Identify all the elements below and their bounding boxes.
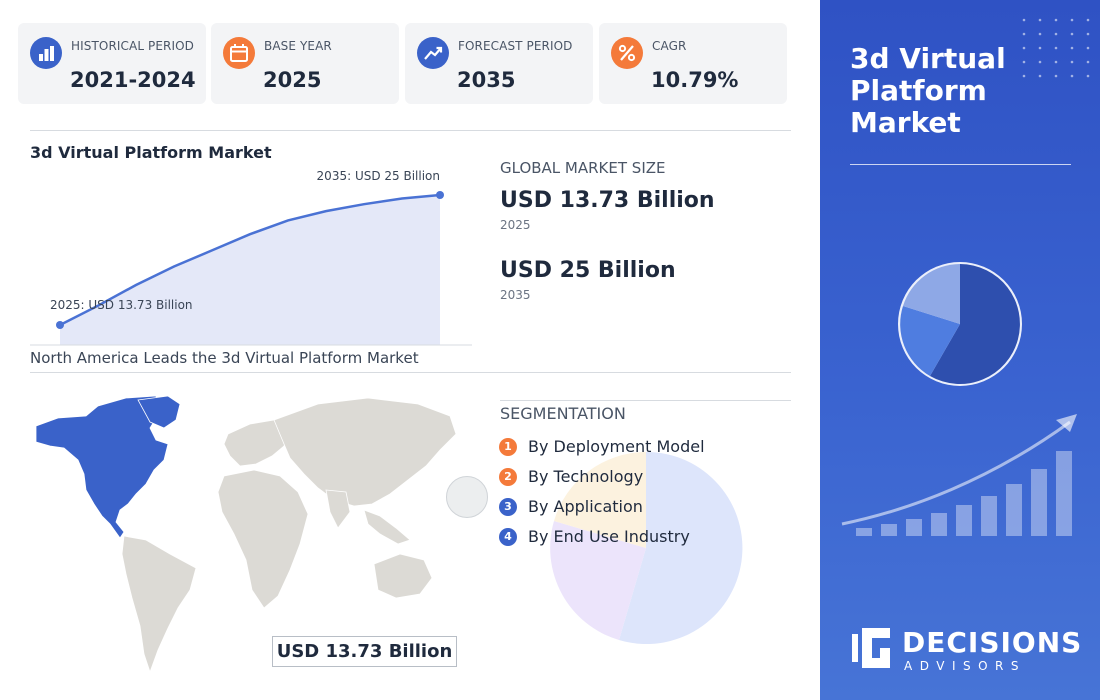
segment-label: By Technology <box>528 467 644 486</box>
segment-number: 3 <box>499 498 517 516</box>
side-panel: 3d Virtual Platform Market DECISIONS ADV… <box>820 0 1100 700</box>
stat-card-base-year: BASE YEAR 2025 <box>211 23 399 104</box>
brand-name: DECISIONS <box>902 626 1083 659</box>
chart-label-end: 2035: USD 25 Billion <box>317 169 440 183</box>
market-size-year-2025: 2025 <box>500 218 531 232</box>
panel-pie-chart <box>898 262 1022 386</box>
stat-card-cagr: CAGR 10.79% <box>599 23 787 104</box>
brand-logo-icon <box>852 628 890 668</box>
calendar-icon <box>223 37 255 69</box>
stat-card-historical-period: HISTORICAL PERIOD 2021-2024 <box>18 23 206 104</box>
stat-value: 2035 <box>457 68 516 92</box>
market-size-year-2035: 2035 <box>500 288 531 302</box>
segment-label: By Deployment Model <box>528 437 705 456</box>
map-zoom-button[interactable] <box>446 476 488 518</box>
chart-label-start: 2025: USD 13.73 Billion <box>50 298 193 312</box>
stat-label: BASE YEAR <box>264 39 332 53</box>
divider <box>30 372 791 373</box>
market-size-label: GLOBAL MARKET SIZE <box>500 159 666 177</box>
stat-card-forecast-period: FORECAST PERIOD 2035 <box>405 23 593 104</box>
segment-number: 1 <box>499 438 517 456</box>
stat-label: CAGR <box>652 39 687 53</box>
segment-number: 2 <box>499 468 517 486</box>
percent-icon <box>611 37 643 69</box>
map-region-south-america <box>121 535 197 674</box>
map-region-australia <box>373 553 433 599</box>
segment-number: 4 <box>499 528 517 546</box>
map-region-africa <box>217 469 309 609</box>
map-region-southeast-asia <box>363 509 411 545</box>
map-title: North America Leads the 3d Virtual Platf… <box>30 349 419 367</box>
trend-up-icon <box>417 37 449 69</box>
panel-title: 3d Virtual Platform Market <box>850 42 1006 139</box>
stat-label: FORECAST PERIOD <box>458 39 573 53</box>
segment-label: By Application <box>528 497 643 516</box>
map-region-india <box>325 489 351 529</box>
panel-divider <box>850 164 1071 165</box>
market-growth-chart: 2025: USD 13.73 Billion 2035: USD 25 Bil… <box>30 169 472 346</box>
brand-subtitle: ADVISORS <box>904 659 1027 673</box>
panel-growth-bars <box>856 451 1072 536</box>
divider <box>500 400 791 401</box>
stat-label: HISTORICAL PERIOD <box>71 39 195 53</box>
map-region-asia <box>273 397 457 507</box>
market-size-value-2035: USD 25 Billion <box>500 258 676 283</box>
segment-label: By End Use Industry <box>528 527 690 546</box>
market-size-value-2025: USD 13.73 Billion <box>500 188 715 213</box>
map-value-badge: USD 13.73 Billion <box>272 636 457 667</box>
stat-value: 10.79% <box>651 68 739 92</box>
bar-chart-icon <box>30 37 62 69</box>
chart-point-end <box>436 191 444 199</box>
chart-area-fill <box>60 195 440 345</box>
stat-value: 2025 <box>263 68 322 92</box>
stat-value: 2021-2024 <box>70 68 196 92</box>
divider <box>30 130 791 131</box>
chart-point-start <box>56 321 64 329</box>
